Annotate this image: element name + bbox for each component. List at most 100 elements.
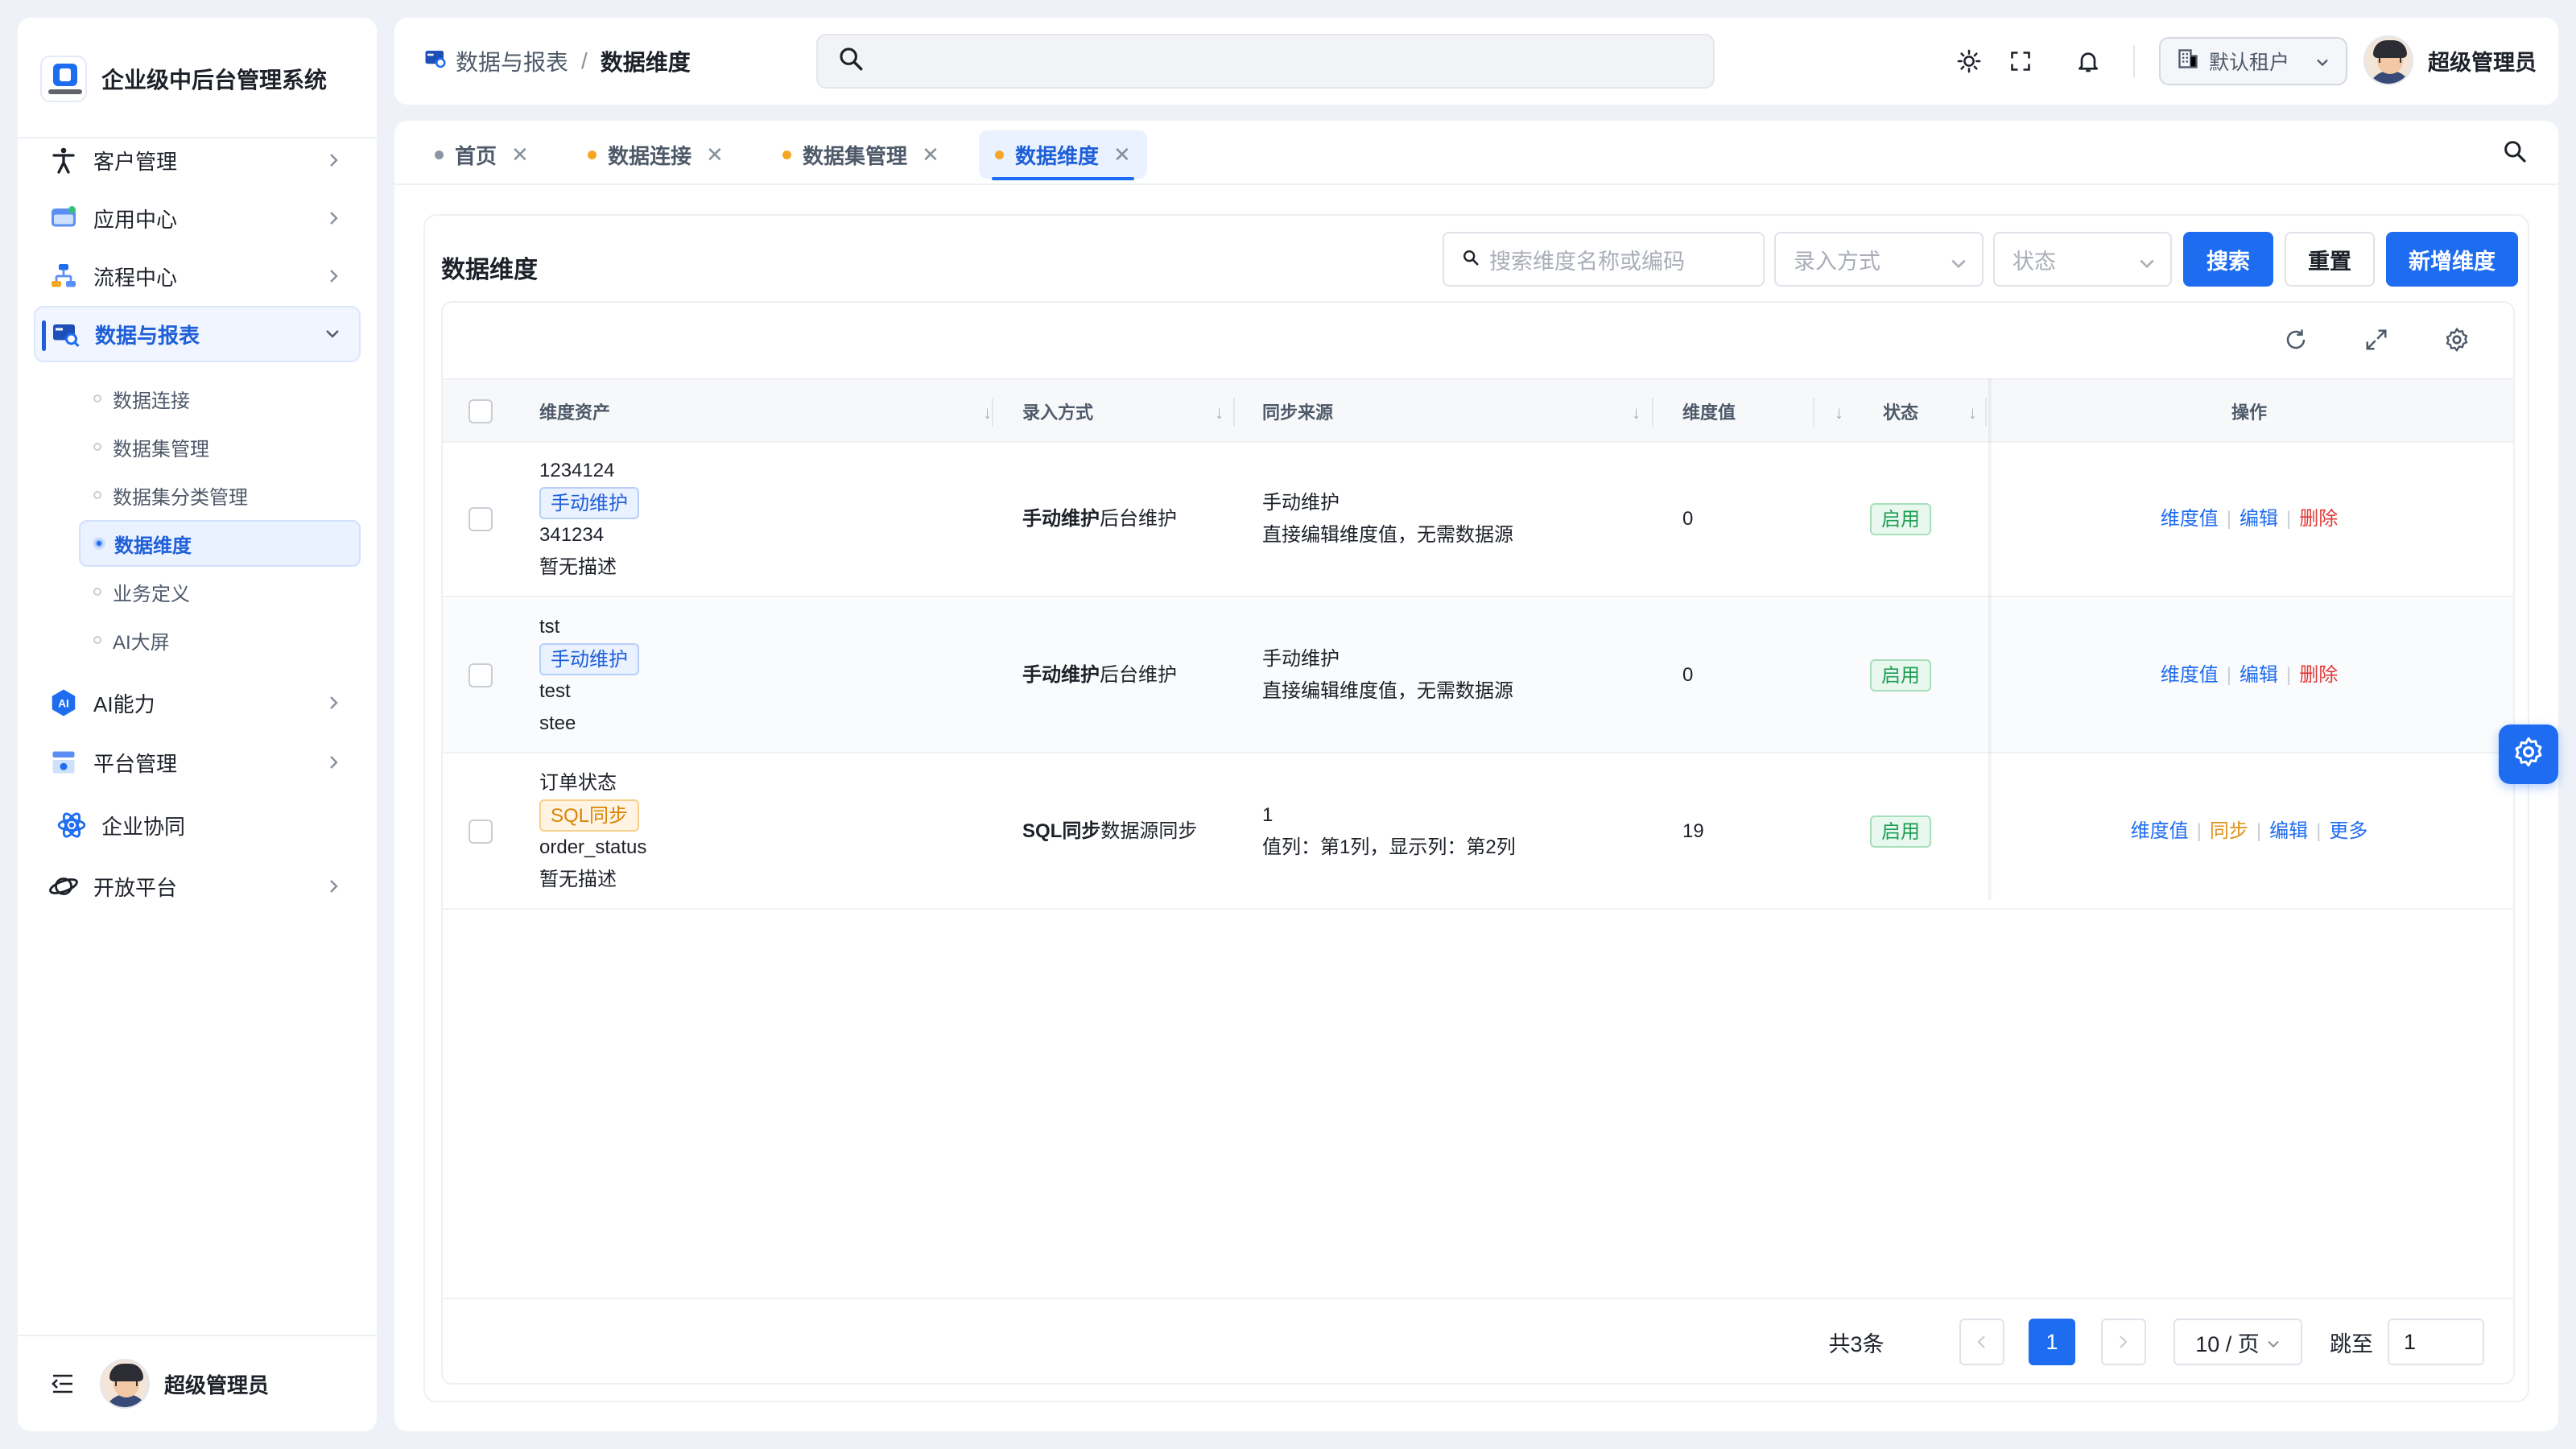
- status-cell: 启用: [1816, 443, 1985, 596]
- add-dimension-button[interactable]: 新增维度: [2386, 232, 2518, 287]
- column-header-entry-mode[interactable]: 录入方式 ↓: [1022, 380, 1232, 443]
- value-count-cell: 0: [1682, 508, 1694, 530]
- reset-button[interactable]: 重置: [2285, 232, 2375, 287]
- theme-sun-icon[interactable]: [1953, 45, 1985, 77]
- collapse-menu-icon[interactable]: [47, 1368, 79, 1400]
- edit-link[interactable]: 编辑: [2240, 503, 2278, 535]
- column-label: 维度资产: [539, 402, 611, 423]
- dimension-panel: 数据维度 搜索维度名称或编码 录入方式 状态 搜索 重置 新增维度 维度资产 ↓: [423, 214, 2529, 1402]
- sidebar-subitem-data-dimension[interactable]: 数据维度: [79, 520, 361, 567]
- prev-page-button[interactable]: [1959, 1319, 2004, 1365]
- dimension-search-input[interactable]: 搜索维度名称或编码: [1443, 232, 1765, 287]
- more-link[interactable]: 更多: [2329, 815, 2368, 848]
- tab-label: 数据连接: [608, 143, 692, 168]
- search-icon: [837, 45, 865, 78]
- delete-link[interactable]: 删除: [2299, 503, 2338, 535]
- sidebar-item-platform[interactable]: 平台管理: [34, 734, 361, 791]
- column-header-dimension-asset[interactable]: 维度资产 ↓: [539, 380, 1000, 443]
- bullet-icon: [93, 588, 101, 596]
- tab-data-dimension[interactable]: 数据维度 ✕: [979, 130, 1147, 180]
- edit-link[interactable]: 编辑: [2240, 659, 2278, 691]
- fullscreen-icon[interactable]: [2004, 45, 2037, 77]
- chevron-right-icon: [325, 151, 343, 169]
- delete-link[interactable]: 删除: [2299, 659, 2338, 691]
- close-icon[interactable]: ✕: [1113, 142, 1131, 167]
- close-icon[interactable]: ✕: [706, 142, 724, 167]
- settings-icon[interactable]: [2441, 324, 2473, 356]
- entry-mode-primary: 手动维护: [1022, 664, 1100, 686]
- entry-mode-select[interactable]: 录入方式: [1774, 232, 1984, 287]
- search-icon[interactable]: [2502, 138, 2531, 167]
- sidebar-item-collaboration[interactable]: 企业协同: [34, 797, 361, 853]
- search-placeholder: 搜索维度名称或编码: [1489, 249, 1685, 274]
- close-icon[interactable]: ✕: [511, 142, 529, 167]
- dimension-values-link[interactable]: 维度值: [2131, 815, 2189, 848]
- sidebar-subitem-dataset-management[interactable]: 数据集管理: [79, 423, 361, 470]
- dimension-values-link[interactable]: 维度值: [2161, 503, 2219, 535]
- sidebar-item-open-platform[interactable]: 开放平台: [34, 858, 361, 914]
- refresh-icon[interactable]: [2280, 324, 2312, 356]
- avatar[interactable]: [100, 1359, 150, 1409]
- sidebar-item-flow-center[interactable]: 流程中心: [34, 248, 361, 304]
- sidebar-item-customer[interactable]: 客户管理: [34, 132, 361, 188]
- jump-page-input[interactable]: 1: [2388, 1319, 2484, 1365]
- entry-type-tag: SQL同步: [539, 799, 640, 832]
- sidebar-subitem-business-definition[interactable]: 业务定义: [79, 568, 361, 615]
- sidebar-item-label: 流程中心: [93, 265, 178, 290]
- sync-source-detail: 值列：第1列，显示列：第2列: [1262, 836, 1516, 858]
- page-size-select[interactable]: 10 / 页: [2174, 1319, 2302, 1365]
- chevron-down-icon: [2315, 50, 2330, 73]
- column-header-sync-source[interactable]: 同步来源 ↓: [1262, 380, 1649, 443]
- sidebar-item-app-center[interactable]: 应用中心: [34, 190, 361, 246]
- next-page-button[interactable]: [2101, 1319, 2146, 1365]
- sidebar-subitem-label: 数据集分类管理: [113, 486, 248, 509]
- column-header-status[interactable]: 状态 ↓: [1816, 380, 1985, 443]
- dimension-values-link[interactable]: 维度值: [2161, 659, 2219, 691]
- app-title: 企业级中后台管理系统: [101, 68, 328, 93]
- sidebar-item-ai[interactable]: AI AI能力: [34, 675, 361, 731]
- edit-link[interactable]: 编辑: [2269, 815, 2308, 848]
- sort-icon[interactable]: ↓: [983, 402, 992, 423]
- tenant-select[interactable]: 默认租户: [2159, 37, 2347, 85]
- sync-link[interactable]: 同步: [2210, 815, 2248, 848]
- sync-source-title: 1: [1262, 804, 1274, 826]
- row-checkbox[interactable]: [469, 755, 501, 908]
- status-select[interactable]: 状态: [1993, 232, 2172, 287]
- table-row: tst 手动维护 test stee 手动维护 后台维护 手动维护 直接编辑维度值…: [443, 599, 2513, 753]
- tab-home[interactable]: 首页 ✕: [419, 130, 545, 179]
- sidebar-subitem-label: 数据维度: [114, 535, 192, 557]
- page-number[interactable]: 1: [2029, 1319, 2075, 1365]
- sidebar-subitem-data-connection[interactable]: 数据连接: [79, 375, 361, 422]
- close-icon[interactable]: ✕: [922, 142, 939, 167]
- row-checkbox[interactable]: [469, 443, 501, 596]
- table-header: 维度资产 ↓ 录入方式 ↓ 同步来源 ↓ 维度值 ↓ 状态 ↓ 操作: [443, 378, 2513, 443]
- global-search-input[interactable]: [816, 34, 1715, 89]
- sidebar-subitem-label: 数据连接: [113, 390, 190, 412]
- floating-settings-button[interactable]: [2499, 724, 2558, 784]
- user-menu[interactable]: 超级管理员: [2363, 35, 2537, 85]
- sidebar-item-label: 客户管理: [93, 149, 178, 174]
- search-button[interactable]: 搜索: [2183, 232, 2273, 287]
- expand-icon[interactable]: [2360, 324, 2392, 356]
- row-checkbox[interactable]: [469, 599, 501, 752]
- sidebar-subitem-label: AI大屏: [113, 631, 170, 654]
- tab-dataset-management[interactable]: 数据集管理 ✕: [766, 130, 956, 179]
- sidebar-subitem-dataset-category[interactable]: 数据集分类管理: [79, 472, 361, 518]
- sync-source-detail: 直接编辑维度值，无需数据源: [1262, 524, 1513, 546]
- tab-label: 数据维度: [1015, 143, 1100, 168]
- table-row: 1234124 手动维护 341234 暂无描述 手动维护 后台维护 手动维护 直…: [443, 443, 2513, 597]
- sort-icon[interactable]: ↓: [1968, 402, 1977, 423]
- sidebar-item-data-report[interactable]: 数据与报表: [34, 306, 361, 362]
- bell-icon[interactable]: [2072, 45, 2104, 77]
- dimension-asset-cell: tst 手动维护 test stee: [539, 599, 990, 752]
- breadcrumb-item[interactable]: 数据与报表: [456, 45, 568, 77]
- entry-mode-secondary: 后台维护: [1100, 664, 1177, 686]
- select-all-checkbox[interactable]: [469, 380, 501, 443]
- tab-data-connection[interactable]: 数据连接 ✕: [572, 130, 740, 179]
- sidebar-subitem-ai-screen[interactable]: AI大屏: [79, 617, 361, 663]
- fixed-column-shadow: [1988, 378, 1993, 900]
- dimension-code: order_status: [539, 836, 647, 858]
- brand[interactable]: 企业级中后台管理系统: [40, 40, 327, 118]
- sort-icon[interactable]: ↓: [1632, 402, 1641, 423]
- sort-icon[interactable]: ↓: [1215, 402, 1224, 423]
